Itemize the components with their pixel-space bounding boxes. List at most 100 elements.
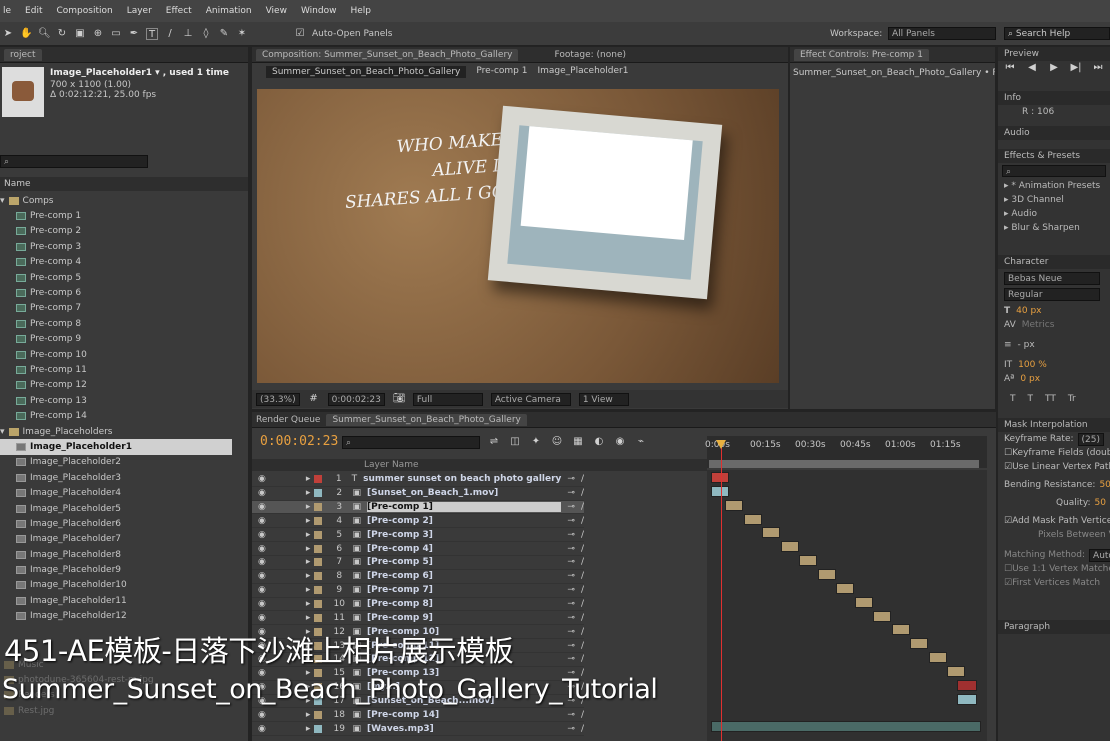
graph-editor-icon[interactable]: ⌁ [635,436,647,448]
switch-icon[interactable]: ⊸ [567,613,575,623]
switch-icon[interactable]: ⊸ [567,585,575,595]
switch-icon[interactable]: ⊸ [567,474,575,484]
expand-icon[interactable]: ▸ [306,557,311,567]
layer-bar[interactable] [799,555,817,567]
shy-icon[interactable]: ☺ [551,436,563,448]
vertical-scale[interactable]: 100 % [1018,360,1047,370]
visibility-eye-icon[interactable]: ◉ [258,557,266,567]
label-color[interactable] [314,710,322,719]
switch-icon[interactable]: ⊸ [567,599,575,609]
menu-item-le[interactable]: le [3,6,11,16]
menu-item-composition[interactable]: Composition [56,6,112,16]
layer-row[interactable]: ◉ ▸ 9 ▣ [Pre-comp 7] ⊸ / [252,584,584,598]
effects-category[interactable]: ▸ 3D Channel [998,193,1110,207]
timeline-time[interactable]: 0:00:02:23 [260,434,338,449]
project-item[interactable]: ▾ Image_Placeholders [0,424,232,439]
visibility-eye-icon[interactable]: ◉ [258,599,266,609]
view-select[interactable]: 1 View [578,392,629,406]
project-tab[interactable]: roject [4,48,42,61]
layer-bar[interactable] [836,582,854,594]
camera-select[interactable]: Active Camera [490,392,571,406]
project-item[interactable]: Image_Placeholder3 [0,470,232,485]
layer-bar[interactable] [891,624,910,636]
quality-switch-icon[interactable]: / [581,516,584,526]
first-frame-icon[interactable]: ⏮ [1004,62,1016,74]
visibility-eye-icon[interactable]: ◉ [258,544,266,554]
auto-open-checkbox[interactable]: ☑ [294,28,306,40]
play-icon[interactable]: ▶ [1048,62,1060,74]
bend-value[interactable]: 50 [1099,480,1110,490]
expand-icon[interactable]: ▸ [306,516,311,526]
project-item[interactable]: Pre-comp 14 [0,408,232,423]
menu-item-edit[interactable]: Edit [25,6,42,16]
project-item[interactable]: Image_Placeholder8 [0,547,232,562]
expand-icon[interactable]: ▸ [306,530,311,540]
prev-frame-icon[interactable]: ◀ [1026,62,1038,74]
zoom-tool-icon[interactable]: 🔍︎ [38,28,51,40]
layer-bar[interactable] [762,527,780,539]
layer-row[interactable]: ◉ ▸ 2 ▣ [Sunset_on_Beach_1.mov] ⊸ / [252,487,584,501]
layer-row[interactable]: ◉ ▸ 10 ▣ [Pre-comp 8] ⊸ / [252,598,584,612]
expand-icon[interactable]: ▸ [306,474,311,484]
visibility-eye-icon[interactable]: ◉ [258,724,266,734]
switch-icon[interactable]: ⊸ [567,641,575,651]
project-item[interactable]: Pre-comp 1 [0,208,232,223]
all-caps[interactable]: TT [1045,394,1056,404]
layer-name[interactable]: [Pre-comp 1] [367,502,562,513]
layer-name[interactable]: [Pre-comp 6] [367,571,561,581]
character-header[interactable]: Character [998,255,1110,269]
brush-tool-icon[interactable]: / [164,28,176,40]
layer-name[interactable]: [Pre-comp 8] [367,599,561,609]
kf-rate-select[interactable]: (25) [1077,432,1105,446]
project-item[interactable]: Pre-comp 2 [0,224,232,239]
switch-icon[interactable]: ⊸ [567,488,575,498]
visibility-eye-icon[interactable]: ◉ [258,488,266,498]
layer-bar[interactable] [928,652,947,664]
project-item[interactable]: Image_Placeholder12 [0,609,232,624]
label-color[interactable] [314,544,322,553]
project-item[interactable]: Pre-comp 4 [0,255,232,270]
viewer[interactable]: WHO MAKES ME FEEL ALIVE INSIDE AND SHARE… [257,89,779,383]
matching-select[interactable]: Auto [1089,548,1110,562]
pixels-between[interactable]: Pixels Between V [998,528,1110,542]
layer-bar[interactable] [711,721,981,733]
project-item[interactable]: Pre-comp 13 [0,393,232,408]
project-item[interactable]: Pre-comp 11 [0,362,232,377]
type-tool-icon[interactable]: T [146,27,158,40]
quality-value[interactable]: 50 [1095,498,1106,508]
layer-name[interactable]: [Pre-comp 14] [367,710,561,720]
layer-name[interactable]: [Pre-comp 3] [367,530,561,540]
search-help-input[interactable]: ⌕ Search Help [1004,27,1110,40]
name-column-header[interactable]: Name [0,177,248,191]
visibility-eye-icon[interactable]: ◉ [258,530,266,540]
expand-icon[interactable]: ▸ [306,502,311,512]
layer-bar[interactable] [711,472,729,483]
layer-row[interactable]: ◉ ▸ 1 Tsummer sunset on beach photo gallery… [252,473,584,487]
expand-icon[interactable]: ▸ [306,724,311,734]
expand-icon[interactable]: ▸ [306,599,311,609]
quality-switch-icon[interactable]: / [581,724,584,734]
effects-category[interactable]: ▸ * Animation Presets [998,179,1110,193]
baseline-shift[interactable]: 0 px [1020,374,1040,384]
frame-blending-icon[interactable]: ▦ [572,436,584,448]
layer-row[interactable]: ◉ ▸ 5 ▣ [Pre-comp 3] ⊸ / [252,528,584,543]
effects-presets-header[interactable]: Effects & Presets [998,149,1110,163]
project-item[interactable]: Image_Placeholder9 [0,562,232,577]
camera-tool-icon[interactable]: ▣ [74,28,86,40]
switch-icon[interactable]: ⊸ [567,530,575,540]
label-color[interactable] [314,558,322,567]
layer-row[interactable]: ◉ ▸ 4 ▣ [Pre-comp 2] ⊸ / [252,515,584,529]
first-vertices-row[interactable]: ☑ First Vertices Match [998,576,1110,590]
switch-icon[interactable]: ⊸ [567,502,575,512]
visibility-eye-icon[interactable]: ◉ [258,474,266,484]
expand-icon[interactable]: ▾ [0,196,5,206]
project-item[interactable]: Image_Placeholder5 [0,501,232,516]
quality-switch-icon[interactable]: / [581,557,584,567]
expand-icon[interactable]: ▸ [306,585,311,595]
timeline-comp-tab[interactable]: Summer_Sunset_on_Beach_Photo_Gallery [326,413,527,426]
expand-icon[interactable]: ▸ [306,613,311,623]
expand-icon[interactable]: ▸ [306,488,311,498]
quality-switch-icon[interactable]: / [581,571,584,581]
resolution-select[interactable]: Full [412,392,483,406]
switch-icon[interactable]: ⊸ [567,516,575,526]
